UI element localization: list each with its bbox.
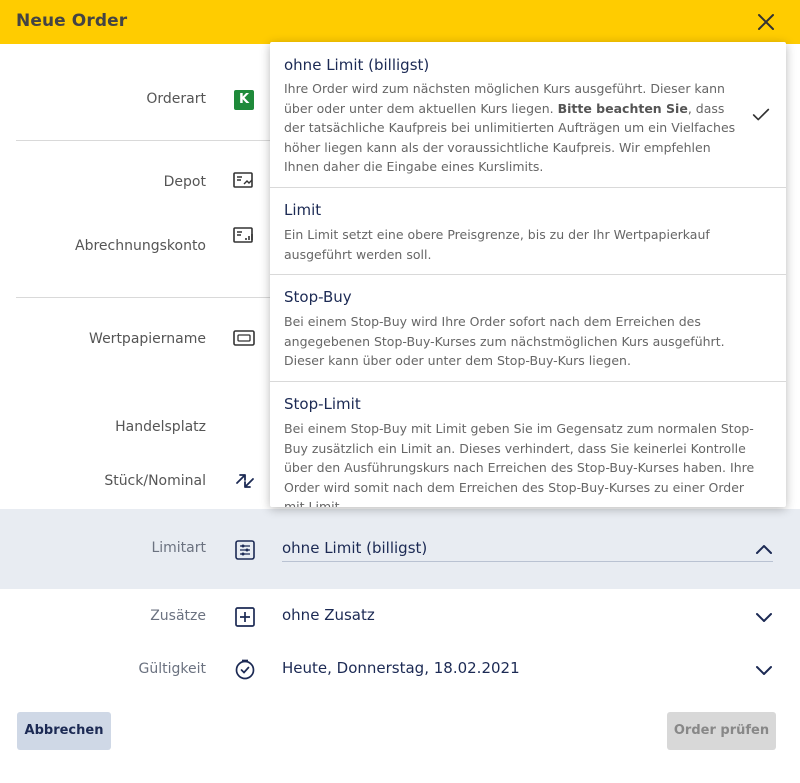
sliders-icon [235,540,255,560]
handelsplatz-label: Handelsplatz [115,419,206,435]
chevron-down-icon[interactable] [752,605,776,629]
limitart-dropdown: ohne Limit (billigst) Ihre Order wird zu… [270,42,786,507]
account-icon [233,227,253,243]
dropdown-option-limit[interactable]: Limit Ein Limit setzt eine obere Preisgr… [270,188,786,275]
option-description: Bei einem Stop-Buy wird Ihre Order sofor… [284,314,725,368]
security-icon [233,330,255,346]
chevron-up-icon[interactable] [752,538,776,562]
dropdown-option-ohne-limit[interactable]: ohne Limit (billigst) Ihre Order wird zu… [270,42,786,188]
close-icon[interactable] [754,10,778,34]
option-title: Stop-Limit [284,395,361,413]
cancel-button[interactable]: Abbrechen [17,712,111,750]
check-icon [752,108,770,121]
order-type-badge: K [234,90,254,110]
clock-check-icon [235,659,255,680]
orderart-label: Orderart [146,91,206,107]
dropdown-option-stop-buy[interactable]: Stop-Buy Bei einem Stop-Buy wird Ihre Or… [270,275,786,382]
wertpapiername-label: Wertpapiername [89,331,206,347]
zusaetze-value[interactable]: ohne Zusatz [282,606,375,624]
check-order-button[interactable]: Order prüfen [667,712,776,750]
plus-box-icon [235,607,255,627]
option-description: Ein Limit setzt eine obere Preisgrenze, … [284,227,710,262]
stueck-nominal-label: Stück/Nominal [104,473,206,489]
limitart-underline [282,561,773,562]
dropdown-option-stop-limit[interactable]: Stop-Limit Bei einem Stop-Buy mit Limit … [270,382,786,507]
zusaetze-label: Zusätze [150,608,206,624]
depot-label: Depot [163,174,206,190]
option-title: Limit [284,201,322,219]
swap-icon[interactable] [233,469,257,493]
dialog-header: Neue Order [0,0,800,44]
option-description: Bei einem Stop-Buy mit Limit geben Sie i… [284,421,755,507]
chevron-down-icon[interactable] [752,658,776,682]
option-description: Ihre Order wird zum nächsten möglichen K… [284,81,736,174]
gueltigkeit-value[interactable]: Heute, Donnerstag, 18.02.2021 [282,659,520,677]
limitart-label: Limitart [151,540,206,556]
depot-icon [233,172,253,188]
abrechnungskonto-label: Abrechnungskonto [75,238,206,254]
option-title: Stop-Buy [284,288,352,306]
gueltigkeit-label: Gültigkeit [138,661,206,677]
option-title: ohne Limit (billigst) [284,56,430,74]
limitart-value[interactable]: ohne Limit (billigst) [282,539,427,557]
dialog-title: Neue Order [16,11,128,31]
